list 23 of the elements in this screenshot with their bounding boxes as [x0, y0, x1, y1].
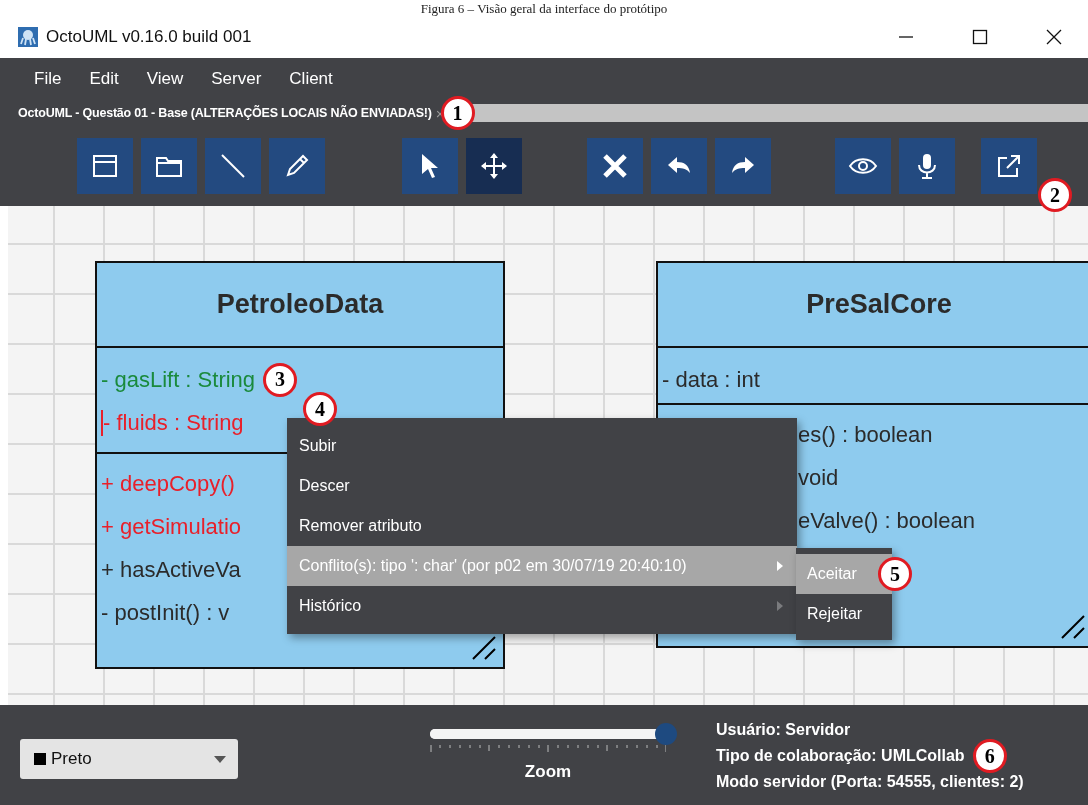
callout-number: 2 [1038, 178, 1072, 212]
method-text: + hasActiveVa [101, 556, 241, 583]
attribute-text: - fluids : String [101, 409, 244, 436]
callout-number: 6 [972, 739, 1007, 773]
status-text: Modo servidor (Porta: 54555, clientes: 2) [716, 773, 1024, 791]
figure-caption: Figura 6 – Visão geral da interface do protótipo [420, 1, 668, 16]
method-text: eValve() : boolean [798, 507, 975, 534]
method-text: + deepCopy() [101, 470, 235, 497]
attribute-text: - gasLift : String [101, 366, 256, 393]
callout-number: 3 [263, 362, 298, 397]
method-text: - postInit() : v [101, 599, 230, 626]
callout-number: 4 [303, 392, 337, 426]
attribute-text: - data : int [662, 366, 760, 393]
class-name: PetroleoData [216, 289, 384, 320]
class-name: PreSalCore [806, 289, 952, 320]
window-title: OctoUML v0.16.0 build 001 [46, 27, 252, 47]
dropdown-value: Preto [51, 749, 92, 769]
method-text: + getSimulatio [101, 513, 242, 540]
zoom-label: Zoom [524, 762, 572, 782]
method-text: es() : boolean [798, 421, 933, 448]
method-text: void [798, 464, 839, 491]
status-text: Tipo de colaboração: UMLCollab [716, 747, 965, 765]
status-text: Usuário: Servidor [716, 721, 851, 739]
